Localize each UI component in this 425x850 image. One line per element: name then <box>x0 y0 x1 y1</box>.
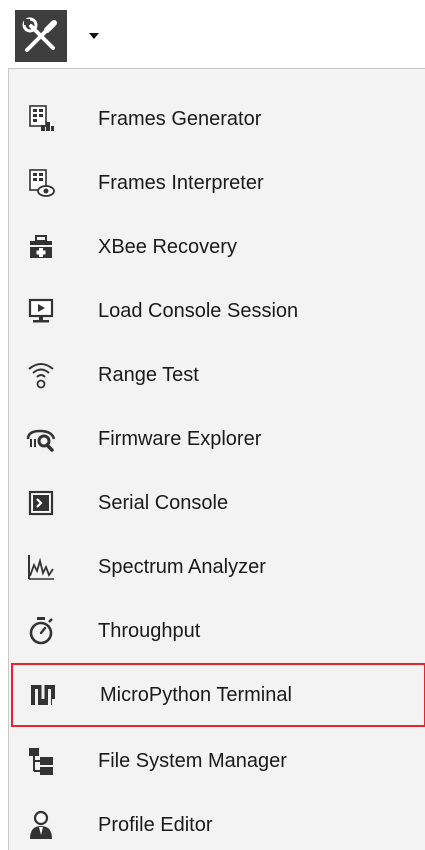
spectrum-wave-icon <box>26 552 56 582</box>
menu-item-xbee-recovery[interactable]: XBee Recovery <box>9 215 425 279</box>
menu-item-serial-console[interactable]: Serial Console <box>9 471 425 535</box>
menu-item-file-system-manager[interactable]: File System Manager <box>9 729 425 793</box>
frames-generator-icon <box>26 104 56 134</box>
menu-item-profile-editor[interactable]: Profile Editor <box>9 793 425 850</box>
tools-menu: Frames Generator Frames Interpreter XBee… <box>8 68 425 850</box>
menu-item-label: MicroPython Terminal <box>100 683 292 706</box>
menu-item-frames-interpreter[interactable]: Frames Interpreter <box>9 151 425 215</box>
caret-down-icon <box>89 33 99 39</box>
menu-item-micropython-terminal[interactable]: MicroPython Terminal <box>11 663 425 727</box>
user-profile-icon <box>26 810 56 840</box>
menu-item-firmware-explorer[interactable]: Firmware Explorer <box>9 407 425 471</box>
wireless-signal-icon <box>26 360 56 390</box>
menu-item-label: Frames Interpreter <box>98 171 264 194</box>
menu-item-label: Range Test <box>98 363 199 386</box>
menu-item-label: Firmware Explorer <box>98 427 262 450</box>
menu-item-label: Profile Editor <box>98 813 213 836</box>
stopwatch-icon <box>26 616 56 646</box>
menu-item-label: Load Console Session <box>98 299 299 322</box>
menu-item-spectrum-analyzer[interactable]: Spectrum Analyzer <box>9 535 425 599</box>
menu-item-label: File System Manager <box>98 749 287 772</box>
first-aid-kit-icon <box>26 232 56 262</box>
menu-item-label: Throughput <box>98 619 201 642</box>
wrench-screwdriver-icon <box>15 10 67 62</box>
menu-item-label: Frames Generator <box>98 107 262 130</box>
terminal-prompt-icon <box>26 488 56 518</box>
menu-item-label: XBee Recovery <box>98 235 237 258</box>
micropython-icon <box>28 680 58 710</box>
file-tree-icon <box>26 746 56 776</box>
tools-menu-page: Frames Generator Frames Interpreter XBee… <box>0 0 425 850</box>
monitor-play-icon <box>26 296 56 326</box>
menu-item-frames-generator[interactable]: Frames Generator <box>9 87 425 151</box>
menu-item-label: Spectrum Analyzer <box>98 555 266 578</box>
menu-item-throughput[interactable]: Throughput <box>9 599 425 663</box>
frames-interpreter-icon <box>26 168 56 198</box>
menu-item-range-test[interactable]: Range Test <box>9 343 425 407</box>
tools-dropdown-button[interactable] <box>15 7 121 65</box>
menu-item-label: Serial Console <box>98 491 229 514</box>
firmware-search-icon <box>26 424 56 454</box>
menu-item-load-console-session[interactable]: Load Console Session <box>9 279 425 343</box>
